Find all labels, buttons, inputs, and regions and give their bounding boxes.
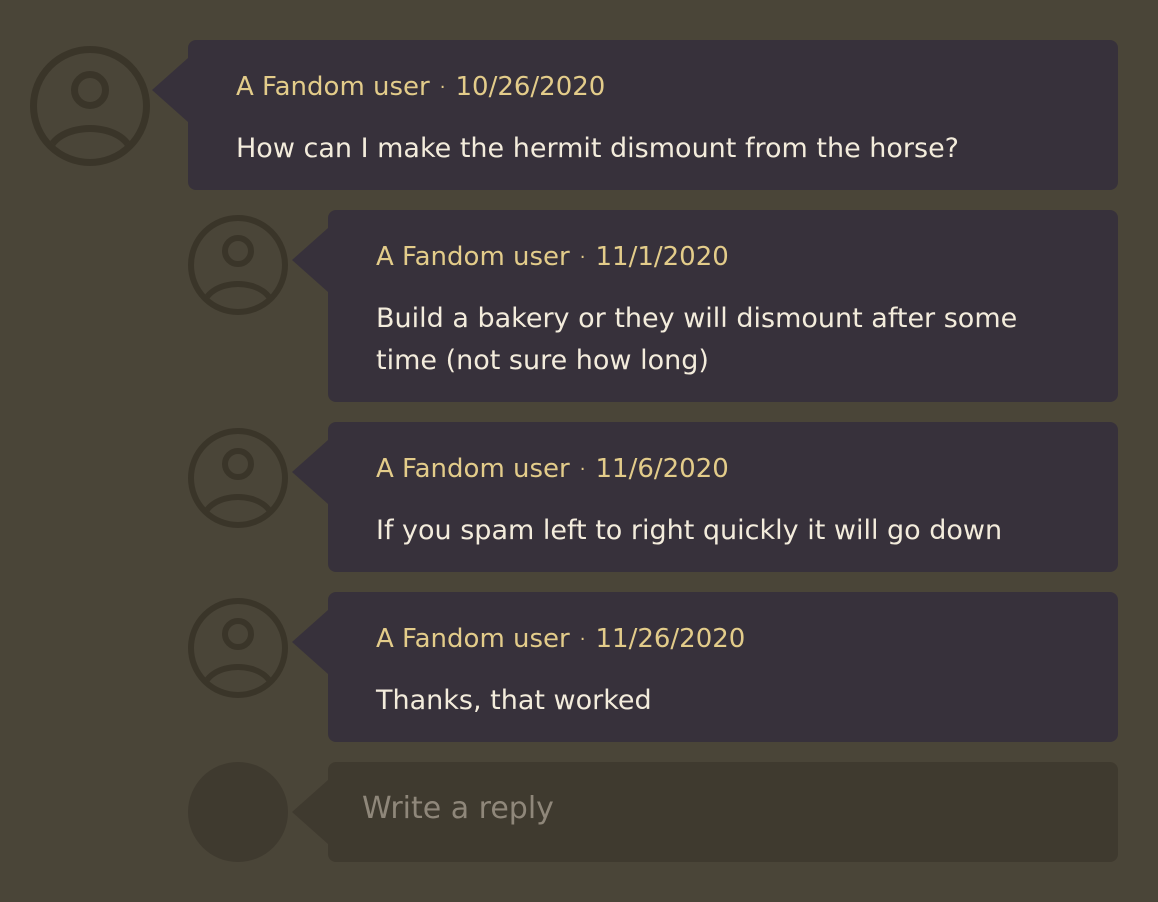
comment-bubble: A Fandom user · 10/26/2020 How can I make … — [152, 40, 1118, 190]
avatar-head — [222, 618, 254, 650]
meta-separator: · — [579, 247, 586, 268]
reply-composer[interactable] — [292, 762, 1118, 862]
reply-date[interactable]: 11/1/2020 — [595, 242, 728, 272]
avatar-body — [201, 494, 275, 522]
reply-input[interactable] — [360, 790, 1064, 827]
avatar-head — [222, 448, 254, 480]
reply-bubble: A Fandom user · 11/6/2020 If you spam left… — [292, 422, 1118, 572]
reply-bubble: A Fandom user · 11/26/2020 Thanks, that wo… — [292, 592, 1118, 742]
avatar-body — [201, 664, 275, 692]
user-avatar-icon[interactable] — [30, 46, 150, 166]
reply-text: Build a bakery or they will dismount aft… — [376, 303, 1018, 376]
reply-date[interactable]: 11/6/2020 — [595, 454, 728, 484]
reply-meta: A Fandom user · 11/26/2020 — [376, 624, 745, 654]
comment-date[interactable]: 10/26/2020 — [455, 72, 605, 102]
comment-meta: A Fandom user · 10/26/2020 — [236, 72, 605, 102]
reply-text: Thanks, that worked — [376, 685, 652, 716]
avatar-body — [201, 281, 275, 309]
reply-bubble: A Fandom user · 11/1/2020 Build a bakery o… — [292, 210, 1118, 402]
meta-separator: · — [579, 459, 586, 480]
comment-text: How can I make the hermit dismount from … — [236, 133, 960, 164]
avatar-body — [45, 125, 135, 159]
reply-text: If you spam left to right quickly it wil… — [376, 515, 1003, 546]
reply-date[interactable]: 11/26/2020 — [595, 624, 745, 654]
meta-separator: · — [439, 77, 446, 98]
reply-author[interactable]: A Fandom user — [376, 624, 570, 654]
reply-author[interactable]: A Fandom user — [376, 454, 570, 484]
user-avatar-icon[interactable] — [188, 215, 288, 315]
current-user-avatar — [188, 762, 288, 862]
meta-separator: · — [579, 629, 586, 650]
reply-author[interactable]: A Fandom user — [376, 242, 570, 272]
avatar-head — [222, 235, 254, 267]
reply-meta: A Fandom user · 11/6/2020 — [376, 454, 729, 484]
user-avatar-icon[interactable] — [188, 428, 288, 528]
user-avatar-icon[interactable] — [188, 598, 288, 698]
avatar-head — [71, 71, 109, 109]
comment-author[interactable]: A Fandom user — [236, 72, 430, 102]
reply-meta: A Fandom user · 11/1/2020 — [376, 242, 729, 272]
